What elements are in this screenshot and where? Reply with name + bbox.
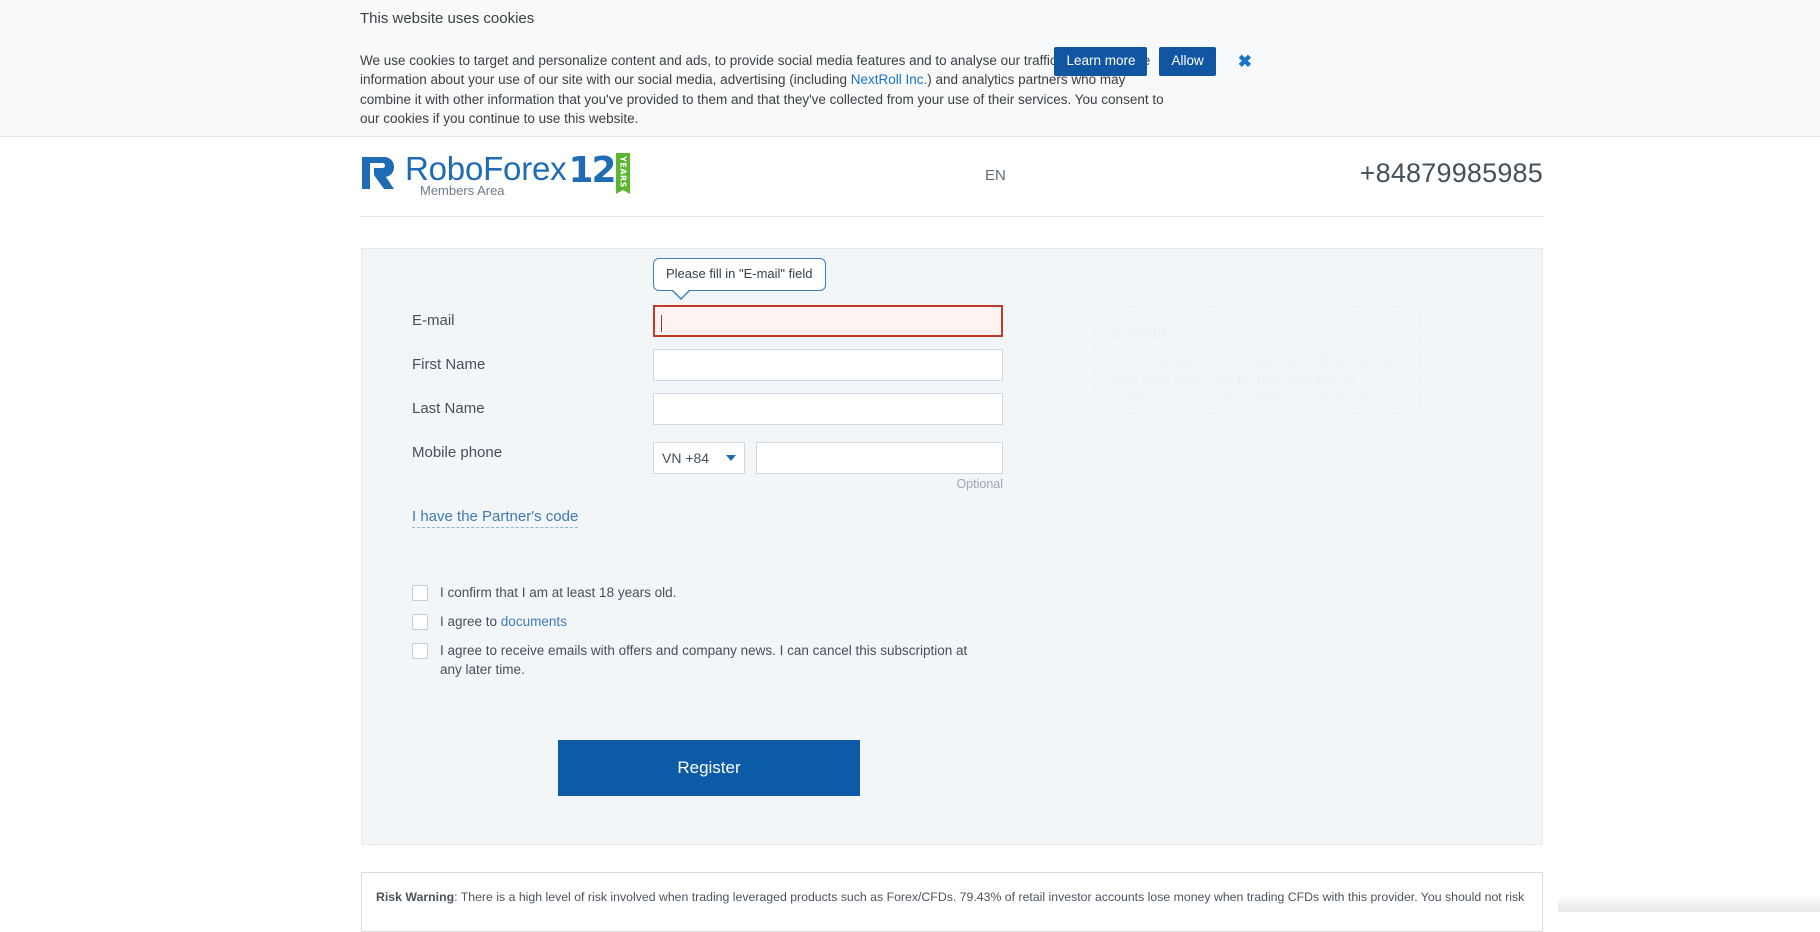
country-code-select[interactable]: VN +84 <box>653 442 745 474</box>
age-confirmation-row[interactable]: I confirm that I am at least 18 years ol… <box>412 584 1032 603</box>
last-name-input[interactable] <box>653 393 1003 425</box>
header-divider <box>360 216 1543 217</box>
email-input[interactable] <box>653 305 1003 337</box>
email-hint-title: E-mail <box>1112 322 1166 343</box>
cookie-banner-body: We use cookies to target and personalize… <box>360 51 1170 128</box>
risk-warning-prefix: Risk Warning <box>376 890 455 904</box>
anniversary-ribbon-label: YEARS <box>618 155 628 188</box>
roboforex-logo-icon <box>360 155 396 196</box>
close-icon[interactable]: ✖ <box>1238 53 1252 70</box>
nextroll-link[interactable]: NextRoll Inc. <box>851 72 928 87</box>
site-logo[interactable]: RoboForex 12 YEARS Members Area <box>360 150 630 198</box>
documents-agreement-checkbox[interactable] <box>412 614 428 630</box>
risk-warning-body: : There is a high level of risk involved… <box>454 890 1528 904</box>
anniversary-ribbon-icon: YEARS <box>615 153 630 194</box>
support-phone-number[interactable]: +84879985985 <box>1360 158 1543 189</box>
marketing-emails-label: I agree to receive emails with offers an… <box>440 643 968 677</box>
risk-warning-box: Risk Warning: There is a high level of r… <box>361 872 1543 932</box>
partner-code-link[interactable]: I have the Partner's code <box>412 508 579 528</box>
mobile-phone-input[interactable] <box>756 442 1003 474</box>
email-hint-panel: E-mail The email address you specified w… <box>1093 306 1420 414</box>
anniversary-badge: 12 YEARS <box>568 150 630 194</box>
anniversary-number: 12 <box>568 150 616 191</box>
last-name-label: Last Name <box>412 400 485 417</box>
mobile-phone-label: Mobile phone <box>412 444 503 461</box>
text-cursor <box>661 315 662 332</box>
cookie-banner-actions: Learn more Allow ✖ <box>1054 47 1252 76</box>
email-label: E-mail <box>412 312 455 329</box>
first-name-label: First Name <box>412 356 486 373</box>
cookie-banner-title: This website uses cookies <box>360 10 535 27</box>
marketing-emails-checkbox[interactable] <box>412 643 428 659</box>
marketing-emails-row[interactable]: I agree to receive emails with offers an… <box>412 642 982 679</box>
logo-subtitle: Members Area <box>420 183 505 198</box>
register-button[interactable]: Register <box>558 740 860 796</box>
first-name-input[interactable] <box>653 349 1003 381</box>
cookie-consent-banner: This website uses cookies We use cookies… <box>0 0 1820 137</box>
logo-wordmark: RoboForex <box>405 150 567 187</box>
allow-cookies-button[interactable]: Allow <box>1159 47 1216 76</box>
risk-warning-text: Risk Warning: There is a high level of r… <box>376 889 1528 905</box>
chevron-down-icon <box>726 455 736 461</box>
learn-more-button[interactable]: Learn more <box>1054 47 1148 76</box>
site-header: RoboForex 12 YEARS Members Area <box>0 137 1820 217</box>
documents-agreement-label: I agree to documents <box>440 613 567 632</box>
documents-agreement-row[interactable]: I agree to documents <box>412 613 1032 632</box>
documents-agreement-text: I agree to <box>440 614 501 629</box>
age-confirmation-label: I confirm that I am at least 18 years ol… <box>440 585 677 600</box>
age-confirmation-checkbox[interactable] <box>412 585 428 601</box>
mobile-phone-optional-note: Optional <box>956 477 1003 491</box>
page-bottom-shadow <box>1558 896 1820 912</box>
documents-link[interactable]: documents <box>501 614 567 629</box>
country-code-value: VN +84 <box>662 450 710 466</box>
email-validation-tooltip: Please fill in "E-mail" field <box>653 258 826 300</box>
email-hint-body: The email address you specified will be … <box>1112 353 1398 406</box>
language-switcher[interactable]: EN <box>985 167 1006 184</box>
